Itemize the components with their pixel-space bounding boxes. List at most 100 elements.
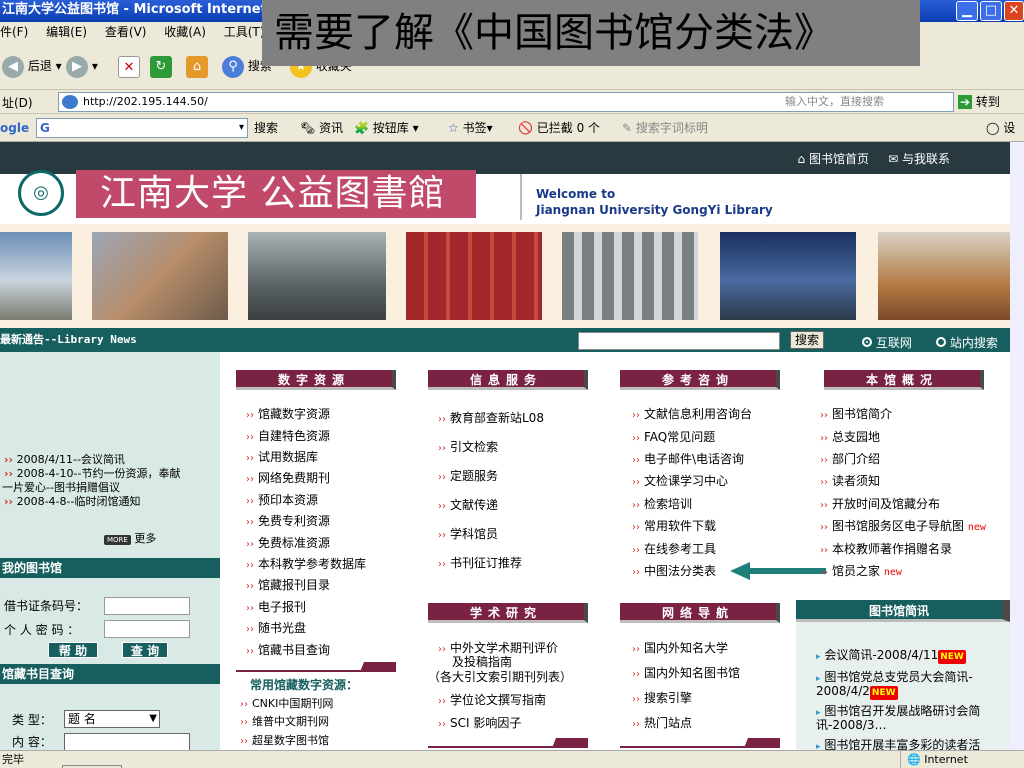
- link-info[interactable]: ›› 引文检索: [438, 440, 498, 456]
- link-web-nav[interactable]: ›› 国内外知名图书馆: [632, 666, 740, 682]
- link-info[interactable]: ›› 学科馆员: [438, 527, 498, 543]
- maximize-button[interactable]: □: [980, 1, 1002, 21]
- link-digital[interactable]: ›› 本科教学参考数据库: [246, 557, 366, 573]
- link-digital[interactable]: ›› 预印本资源: [246, 493, 318, 509]
- bookmarks-button[interactable]: ☆ 书签▾: [448, 114, 493, 142]
- search-scope-site[interactable]: 站内搜索: [936, 334, 998, 351]
- brief-item-cont[interactable]: 2008/4/2 NEW: [816, 684, 898, 700]
- popup-blocked[interactable]: 🚫 已拦截 0 个: [518, 114, 600, 142]
- link-digital[interactable]: ›› 试用数据库: [246, 450, 318, 466]
- link-digital[interactable]: ›› 免费专利资源: [246, 514, 330, 530]
- link-digital[interactable]: ›› 电子报刊: [246, 600, 306, 616]
- status-bar: 完毕 🌐 Internet: [0, 750, 1024, 768]
- card-number-input[interactable]: [104, 597, 190, 615]
- settings-button[interactable]: ◯ 设: [986, 114, 1015, 142]
- link-digital[interactable]: ›› 馆藏报刊目录: [246, 578, 330, 594]
- link-reference[interactable]: ›› 检索培训: [632, 497, 692, 513]
- page-scrollbar[interactable]: [1010, 142, 1024, 750]
- menu-view[interactable]: 查看(V): [105, 25, 147, 39]
- library-exterior-photo: [92, 232, 228, 320]
- brief-item-cont[interactable]: 讯-2008/3…: [816, 718, 887, 732]
- link-about[interactable]: ›› 图书馆服务区电子导航图 new: [820, 519, 986, 535]
- link-web-nav[interactable]: ›› 搜索引擎: [632, 691, 692, 707]
- link-clc-table[interactable]: ›› 中图法分类表: [632, 564, 716, 580]
- link-reference[interactable]: ›› 文检课学习中心: [632, 474, 728, 490]
- login-query-button[interactable]: 查 询: [122, 642, 168, 658]
- site-search-input[interactable]: [578, 332, 780, 350]
- contact-link[interactable]: ✉ 与我联系: [888, 152, 950, 166]
- site-search-button[interactable]: 搜索: [790, 331, 824, 349]
- link-about[interactable]: ›› 馆员之家 new: [820, 564, 902, 580]
- link-cnki[interactable]: ›› CNKI中国期刊网: [240, 697, 333, 712]
- link-digital[interactable]: ›› 随书光盘: [246, 621, 306, 637]
- link-digital[interactable]: ›› 馆藏数字资源: [246, 407, 330, 423]
- menu-edit[interactable]: 编辑(E): [46, 25, 87, 39]
- menu-favorites[interactable]: 收藏(A): [164, 25, 206, 39]
- address-input[interactable]: http://202.195.144.50/ 输入中文，直接搜索: [58, 92, 954, 112]
- link-info[interactable]: ›› 教育部查新站L08: [438, 411, 544, 427]
- home-link[interactable]: ⌂ 图书馆首页: [798, 152, 869, 166]
- search-scope-web[interactable]: 互联网: [862, 334, 912, 351]
- link-sci[interactable]: ›› SCI 影响因子: [438, 716, 521, 732]
- link-info[interactable]: ›› 文献传递: [438, 498, 498, 514]
- link-superstar[interactable]: ›› 超星数字图书馆: [240, 734, 329, 749]
- refresh-button[interactable]: ↻: [150, 53, 172, 79]
- stop-button[interactable]: ✕: [118, 53, 140, 79]
- type-select[interactable]: 题 名 ▼: [64, 710, 160, 728]
- forward-button[interactable]: ▶ ▾: [66, 53, 98, 79]
- help-button[interactable]: 帮 助: [48, 642, 98, 658]
- link-info[interactable]: ›› 定题服务: [438, 469, 498, 485]
- back-button[interactable]: ◀ 后退 ▾: [2, 53, 62, 79]
- news-button[interactable]: 🗞 资讯: [300, 114, 343, 142]
- link-web-nav[interactable]: ›› 国内外知名大学: [632, 641, 728, 657]
- link-digital[interactable]: ›› 自建特色资源: [246, 429, 330, 445]
- minimize-button[interactable]: ▁: [956, 1, 978, 21]
- link-reference[interactable]: ›› 文献信息利用咨询台: [632, 407, 752, 423]
- window-title: 江南大学公益图书馆 - Microsoft Internet Exp: [2, 2, 298, 17]
- go-button[interactable]: ➔ 转到: [958, 93, 1000, 110]
- news-item[interactable]: ›› 2008/4/11--会议简讯: [4, 453, 125, 466]
- brief-item[interactable]: ▸ 会议简讯-2008/4/11 NEW: [816, 648, 966, 664]
- button-gallery[interactable]: 🧩 按钮库 ▾: [354, 114, 419, 142]
- link-digital[interactable]: ›› 网络免费期刊: [246, 471, 330, 487]
- home-button[interactable]: ⌂: [186, 53, 208, 79]
- close-button[interactable]: ✕: [1004, 1, 1024, 21]
- divider-tab: [620, 738, 780, 748]
- link-thesis-guide[interactable]: ›› 学位论文撰写指南: [438, 693, 546, 709]
- highlight-button[interactable]: ✎ 搜索字词标明: [622, 114, 708, 142]
- library-banner: 江南大学 公益图書館: [76, 170, 476, 218]
- password-input[interactable]: [104, 620, 190, 638]
- new-badge-icon: NEW: [938, 650, 966, 664]
- menu-file[interactable]: 件(F): [0, 25, 28, 39]
- link-journal-eval-cont[interactable]: 及投稿指南: [452, 655, 512, 669]
- link-about[interactable]: ›› 读者须知: [820, 474, 880, 490]
- link-web-nav[interactable]: ›› 热门站点: [632, 716, 692, 732]
- link-reference[interactable]: ›› 常用软件下载: [632, 519, 716, 535]
- card-number-label: 借书证条码号：: [4, 599, 89, 613]
- content-input[interactable]: [64, 733, 190, 751]
- news-item[interactable]: ›› 2008-4-8--临时闭馆通知: [4, 495, 140, 508]
- link-vip[interactable]: ›› 维普中文期刊网: [240, 715, 329, 730]
- link-about[interactable]: ›› 部门介绍: [820, 452, 880, 468]
- refresh-icon: ↻: [150, 55, 172, 78]
- link-reference[interactable]: ›› 电子邮件\电话咨询: [632, 452, 744, 468]
- google-search-input[interactable]: G ▾: [36, 118, 248, 138]
- google-search-button[interactable]: 搜索: [254, 114, 278, 142]
- link-reference[interactable]: ›› FAQ常见问题: [632, 430, 715, 446]
- link-info[interactable]: ›› 书刊征订推荐: [438, 556, 522, 572]
- link-about[interactable]: ›› 总支园地: [820, 430, 880, 446]
- menu-tools[interactable]: 工具(T): [224, 25, 265, 39]
- address-label: 址(D): [2, 96, 33, 110]
- link-about[interactable]: ›› 图书馆简介: [820, 407, 892, 423]
- link-reference[interactable]: ›› 在线参考工具: [632, 542, 716, 558]
- news-item[interactable]: ›› 2008-4-10--节约一份资源，奉献: [4, 467, 180, 480]
- campus-building-photo: [0, 232, 72, 320]
- link-citation-list[interactable]: （各大引文索引期刊列表）: [428, 670, 572, 684]
- link-digital[interactable]: ›› 馆藏书目查询: [246, 643, 330, 659]
- news-item-cont[interactable]: 一片爱心--图书捐赠倡议: [2, 481, 120, 494]
- password-label: 个 人 密 码 ：: [4, 623, 80, 637]
- link-about[interactable]: ›› 本校教师著作捐赠名录: [820, 542, 952, 558]
- link-digital[interactable]: ›› 免费标准资源: [246, 536, 330, 552]
- link-about[interactable]: ›› 开放时间及馆藏分布: [820, 497, 940, 513]
- more-link[interactable]: MORE 更多: [104, 532, 156, 547]
